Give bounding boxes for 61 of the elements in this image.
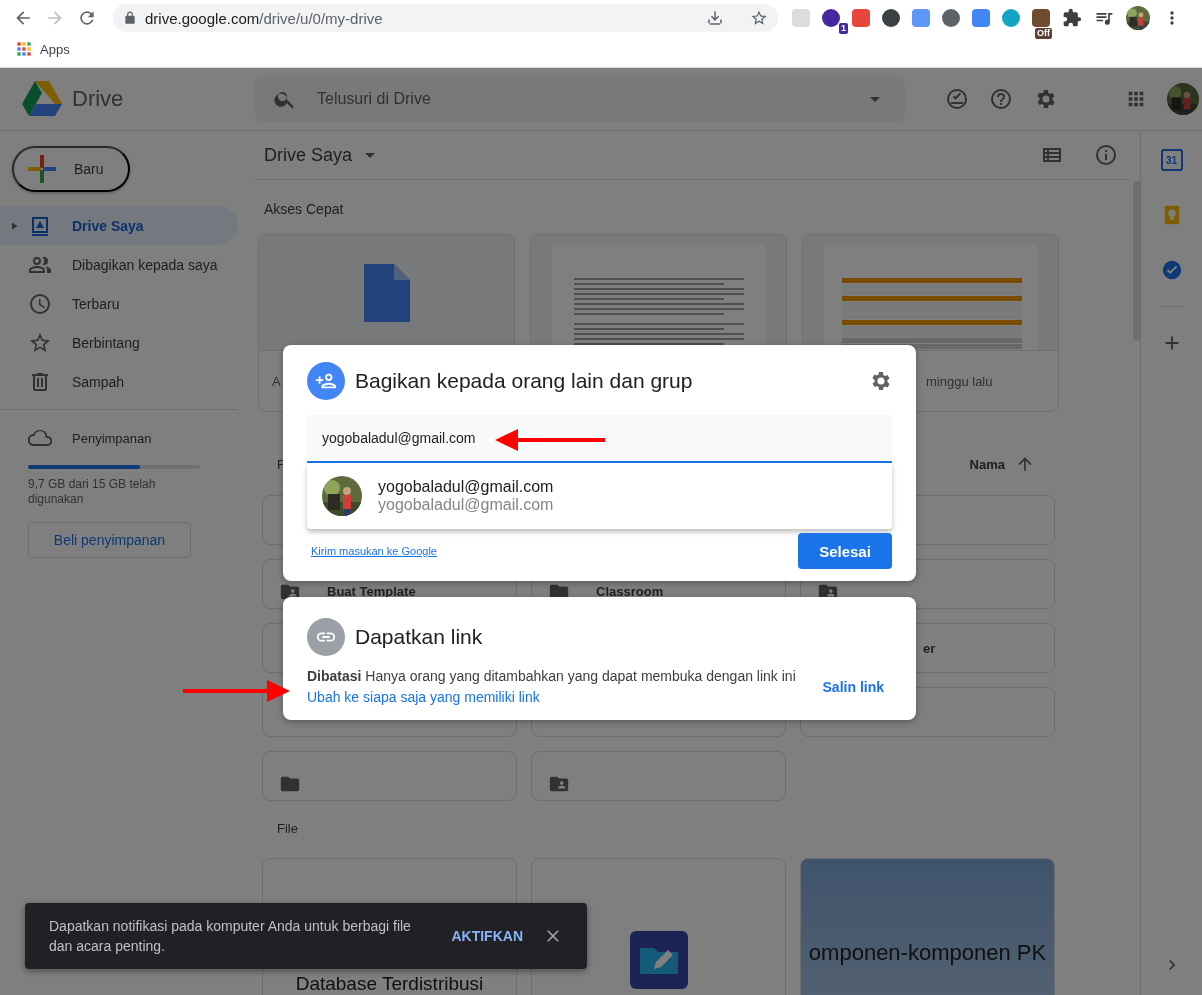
plus-icon xyxy=(28,155,56,183)
bookmark-link[interactable]: Apps xyxy=(40,41,70,57)
document-title: Database Terdistribusi xyxy=(295,973,484,995)
new-button[interactable]: Baru xyxy=(12,146,130,192)
feedback-link[interactable]: Kirim masukan ke Google xyxy=(311,545,437,557)
panel-title: Dapatkan link xyxy=(355,625,483,649)
download-icon[interactable] xyxy=(706,9,724,27)
nav-item[interactable]: Drive Saya xyxy=(0,206,238,245)
nav-item[interactable]: Sampah xyxy=(0,362,238,401)
enable-button[interactable]: AKTIFKAN xyxy=(451,928,523,944)
storage-label: Penyimpanan xyxy=(72,430,152,446)
file-caption: A xyxy=(272,373,281,389)
search-bar[interactable]: Telusuri di Drive xyxy=(255,76,905,122)
copy-link-button[interactable]: Salin link xyxy=(814,673,892,701)
extension-badge: Off xyxy=(1035,28,1052,39)
drive-logo-icon xyxy=(22,81,62,117)
done-button[interactable]: Selesai xyxy=(798,533,892,569)
tasks-icon[interactable] xyxy=(1160,259,1183,281)
notification-message: Dapatkan notifikasi pada komputer Anda untuk berbagi file dan acara penting. xyxy=(49,917,412,956)
extension-icon[interactable] xyxy=(1032,9,1050,27)
apps-icon xyxy=(16,41,32,57)
access-description: Dibatasi Hanya orang yang ditambahkan yang dapat membuka dengan link ini xyxy=(307,668,796,684)
clock-icon xyxy=(28,291,52,316)
calendar-icon[interactable]: 31 xyxy=(1160,149,1183,171)
extension-icon[interactable] xyxy=(882,9,900,27)
nav-item[interactable]: Terbaru xyxy=(0,284,238,323)
buy-storage-button[interactable]: Beli penyimpanan xyxy=(28,522,191,558)
help-icon[interactable] xyxy=(989,87,1013,111)
reload-icon[interactable] xyxy=(77,8,97,28)
folder-name: Classroom xyxy=(596,583,664,599)
product-name: Drive xyxy=(72,86,124,112)
extension-icon[interactable] xyxy=(942,9,960,27)
sort-label[interactable]: Nama xyxy=(969,456,1005,472)
info-icon[interactable] xyxy=(1094,143,1118,167)
slide-title: omponen-komponen PK xyxy=(808,940,1047,966)
nav-item[interactable]: Berbintang xyxy=(0,323,238,362)
location-title[interactable]: Drive Saya xyxy=(264,144,353,166)
lock-icon xyxy=(123,11,137,25)
file-card[interactable]: omponen-komponen PK xyxy=(800,858,1055,995)
folder-name: er xyxy=(923,640,936,656)
change-access-link[interactable]: Ubah ke siapa saja yang memiliki link xyxy=(307,689,540,705)
extension-badge: 1 xyxy=(839,23,848,34)
search-field[interactable]: Telusuri di Drive xyxy=(315,89,845,109)
storage-usage: 9,7 GB dari 15 GB telah digunakan xyxy=(28,477,157,507)
section-heading: Akses Cepat xyxy=(263,200,345,218)
contact-suggestion[interactable]: yogobaladul@gmail.com yogobaladul@gmail.com xyxy=(307,463,892,529)
extension-icon[interactable] xyxy=(822,9,840,27)
address-bar[interactable]: drive.google.com/drive/u/0/my-drive xyxy=(113,4,778,32)
section-heading: File xyxy=(277,820,298,836)
contact-email: yogobaladul@gmail.com xyxy=(378,496,554,514)
edit-folder-app-icon xyxy=(629,931,688,989)
url-text: drive.google.com/drive/u/0/my-drive xyxy=(145,9,383,27)
star-icon[interactable] xyxy=(750,9,768,27)
folder-name: Buat Template xyxy=(327,583,416,599)
extensions-icon[interactable] xyxy=(1062,8,1082,28)
document-icon xyxy=(363,263,410,322)
people-input-field[interactable]: yogobaladul@gmail.com xyxy=(307,415,892,463)
file-caption: minggu lalu xyxy=(926,373,993,389)
offline-check-icon[interactable] xyxy=(945,87,969,111)
contact-name: yogobaladul@gmail.com xyxy=(378,478,554,496)
nav-item[interactable]: Dibagikan kepada saya xyxy=(0,245,238,284)
